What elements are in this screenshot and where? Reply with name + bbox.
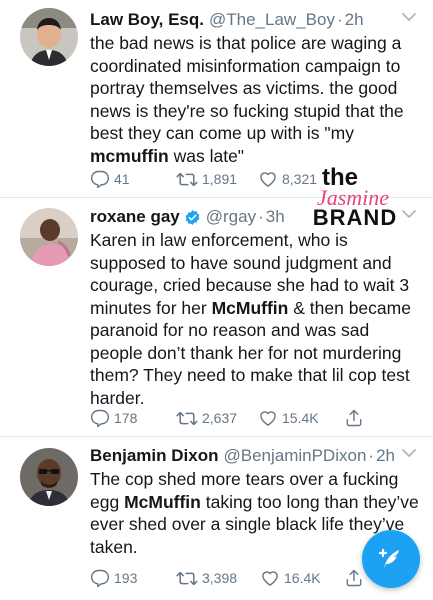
- timestamp[interactable]: 3h: [266, 206, 285, 228]
- separator-dot: ·: [258, 207, 264, 226]
- avatar[interactable]: [20, 208, 78, 266]
- like-button[interactable]: 15.4K: [258, 408, 344, 428]
- reply-icon: [90, 408, 110, 428]
- reply-button[interactable]: 41: [90, 169, 176, 189]
- retweet-icon: [176, 569, 198, 588]
- compose-tweet-button[interactable]: [362, 530, 420, 588]
- timestamp[interactable]: 2h: [376, 445, 395, 467]
- retweet-button[interactable]: 2,637: [176, 409, 258, 428]
- separator-dot: ·: [336, 10, 343, 29]
- avatar[interactable]: [20, 448, 78, 506]
- retweet-icon: [176, 170, 198, 189]
- tweet-text-part: the bad news is that police are waging a…: [90, 33, 404, 143]
- tweet-text-highlight: mcmuffin: [90, 145, 169, 166]
- user-handle[interactable]: @The_Law_Boy: [209, 9, 335, 31]
- tweet-text-part: was late": [168, 145, 245, 166]
- reply-count: 193: [114, 570, 138, 586]
- like-icon: [258, 169, 278, 189]
- reply-button[interactable]: 193: [90, 568, 176, 588]
- chevron-down-icon[interactable]: [401, 11, 417, 23]
- tweet[interactable]: roxane gay @rgay · 3h Karen in law enfor…: [0, 198, 433, 437]
- share-button[interactable]: [344, 568, 364, 588]
- share-icon: [344, 408, 364, 428]
- avatar[interactable]: [20, 8, 78, 66]
- retweet-count: 2,637: [202, 410, 238, 426]
- like-icon: [258, 408, 278, 428]
- timestamp[interactable]: 2h: [345, 9, 364, 31]
- user-handle[interactable]: @rgay: [206, 206, 256, 228]
- reply-icon: [90, 169, 110, 189]
- chevron-down-icon[interactable]: [401, 208, 417, 220]
- like-count: 16.4K: [284, 570, 321, 586]
- reply-icon: [90, 568, 110, 588]
- display-name[interactable]: Benjamin Dixon: [90, 445, 218, 467]
- like-icon: [260, 568, 280, 588]
- retweet-count: 1,891: [202, 171, 238, 187]
- reply-button[interactable]: 178: [90, 408, 176, 428]
- retweet-button[interactable]: 1,891: [176, 170, 258, 189]
- tweet-text: Karen in law enforcement, who is suppose…: [90, 229, 419, 409]
- verified-badge-icon: [185, 209, 200, 225]
- share-icon: [344, 568, 364, 588]
- tweet-text-highlight: McMuffin: [211, 297, 289, 318]
- reply-count: 41: [114, 171, 130, 187]
- retweet-count: 3,398: [202, 570, 238, 586]
- tweet-text: the bad news is that police are waging a…: [90, 32, 419, 167]
- retweet-button[interactable]: 3,398: [176, 569, 260, 588]
- share-button[interactable]: [344, 408, 364, 428]
- user-handle[interactable]: @BenjaminPDixon: [223, 445, 366, 467]
- like-count: 15.4K: [282, 410, 319, 426]
- reply-count: 178: [114, 410, 138, 426]
- retweet-icon: [176, 409, 198, 428]
- compose-tweet-icon: [378, 548, 399, 568]
- display-name[interactable]: Law Boy, Esq.: [90, 9, 204, 31]
- separator-dot: ·: [368, 446, 375, 465]
- chevron-down-icon[interactable]: [401, 447, 417, 459]
- display-name[interactable]: roxane gay: [90, 206, 180, 228]
- tweet-text-highlight: McMuffin: [124, 491, 201, 512]
- like-button[interactable]: 16.4K: [260, 568, 344, 588]
